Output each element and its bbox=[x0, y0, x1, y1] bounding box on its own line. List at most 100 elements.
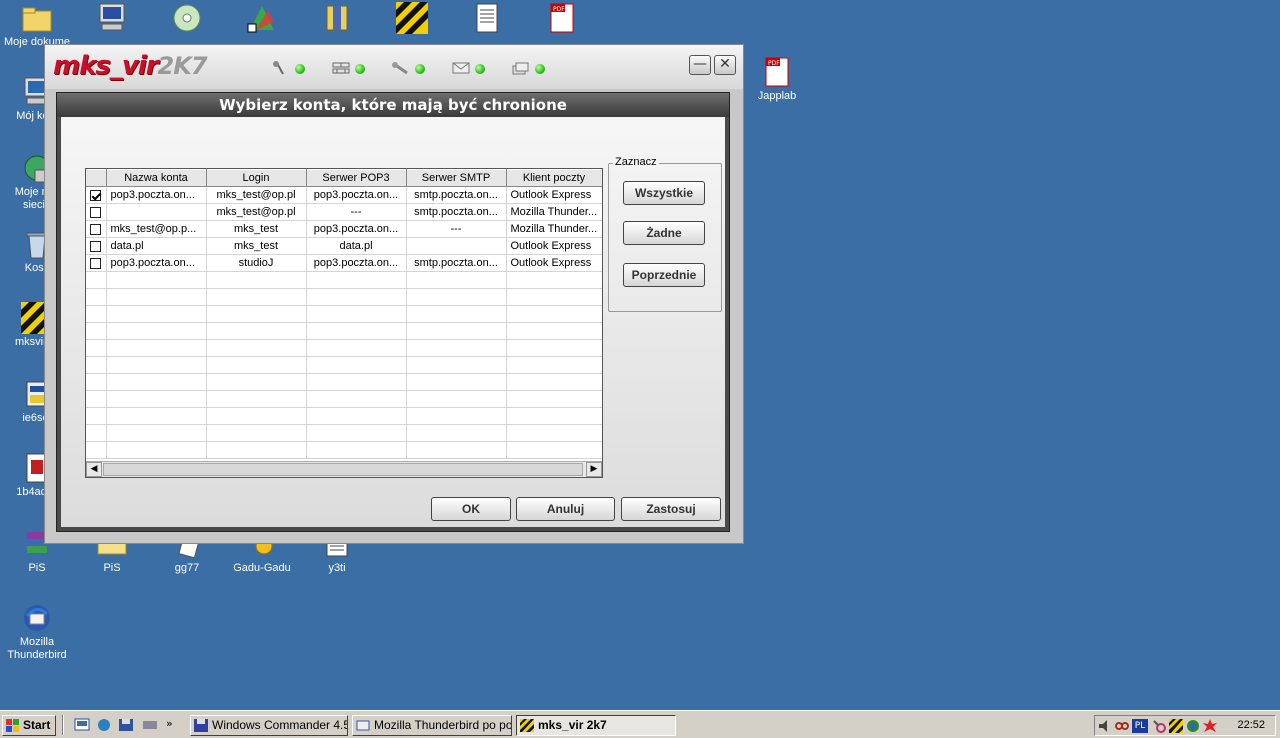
empty-row bbox=[86, 424, 602, 442]
account-checkbox[interactable] bbox=[90, 189, 102, 201]
task-thunderbird[interactable]: Mozilla Thunderbird po pol... bbox=[352, 715, 512, 736]
layers-icon[interactable] bbox=[511, 61, 533, 75]
cell-smtp: smtp.poczta.on... bbox=[406, 186, 507, 204]
column-header-login[interactable]: Login bbox=[206, 169, 307, 187]
column-header-check[interactable] bbox=[86, 169, 107, 187]
quick-launch-tools-icon[interactable] bbox=[142, 718, 158, 735]
scroll-thumb[interactable] bbox=[103, 463, 583, 476]
accounts-dialog: Wybierz konta, które mają być chronione … bbox=[56, 92, 730, 532]
empty-cell bbox=[306, 271, 407, 289]
empty-cell bbox=[506, 339, 602, 357]
select-group-label: Zaznacz bbox=[613, 156, 659, 168]
disc-icon bbox=[171, 2, 203, 34]
account-checkbox[interactable] bbox=[90, 223, 102, 235]
mail-icon[interactable] bbox=[451, 61, 473, 75]
cell-login: mks_test bbox=[206, 220, 307, 238]
quick-launch-network-icon[interactable] bbox=[96, 718, 112, 735]
empty-row bbox=[86, 390, 602, 408]
account-checkbox[interactable] bbox=[90, 257, 102, 269]
tools-icon[interactable] bbox=[391, 61, 413, 75]
dialog-title: Wybierz konta, które mają być chronione bbox=[57, 93, 729, 117]
alert-burst-icon[interactable] bbox=[1203, 719, 1217, 733]
cell-client: Outlook Express bbox=[506, 186, 602, 204]
select-previous-button[interactable]: Poprzednie bbox=[623, 263, 705, 287]
empty-cell bbox=[206, 305, 307, 323]
horizontal-scrollbar[interactable]: ◀ ▶ bbox=[86, 461, 602, 477]
table-row[interactable]: data.pl mks_test data.pl Outlook Express bbox=[86, 237, 602, 255]
row-checkbox-cell[interactable] bbox=[86, 186, 107, 204]
table-row[interactable]: mks_test@op.p... mks_test pop3.poczta.on..… bbox=[86, 220, 602, 238]
cell-login: mks_test@op.pl bbox=[206, 203, 307, 221]
desktop-icon-my-documents[interactable]: Moje dokume bbox=[0, 2, 74, 49]
language-indicator[interactable]: PL bbox=[1132, 719, 1148, 733]
desktop-icon-podpisane[interactable] bbox=[450, 2, 524, 36]
cell-pop3: pop3.poczta.on... bbox=[306, 254, 407, 272]
app-titlebar[interactable]: mks_vir2K7 — ✕ bbox=[45, 45, 743, 89]
minimize-label: — bbox=[693, 56, 707, 72]
column-header-account-name[interactable]: Nazwa konta bbox=[106, 169, 207, 187]
empty-cell bbox=[206, 373, 307, 391]
empty-cell bbox=[506, 288, 602, 306]
cell-login: mks_test bbox=[206, 237, 307, 255]
apply-button[interactable]: Zastosuj bbox=[621, 497, 721, 521]
desktop-icon-visualstudio[interactable]: PDF bbox=[525, 2, 599, 36]
scroll-right-icon[interactable]: ▶ bbox=[586, 462, 602, 477]
task-mksvir[interactable]: mks_vir 2k7 bbox=[516, 715, 676, 736]
column-header-client[interactable]: Klient poczty bbox=[506, 169, 602, 187]
task-windows-commander[interactable]: Windows Commander 4.5... bbox=[190, 715, 348, 736]
glasses-icon[interactable] bbox=[1115, 719, 1129, 733]
empty-cell bbox=[106, 407, 207, 425]
empty-cell bbox=[506, 322, 602, 340]
desktop-icon-pe-explorer-2[interactable] bbox=[225, 2, 299, 36]
wrench-icon[interactable] bbox=[271, 61, 293, 75]
dialog-body: Nazwa konta Login Serwer POP3 Serwer SMT… bbox=[61, 117, 725, 527]
quick-launch-save-icon[interactable] bbox=[118, 718, 134, 735]
column-header-smtp[interactable]: Serwer SMTP bbox=[406, 169, 507, 187]
desktop-icon-pe-explorer[interactable] bbox=[150, 2, 224, 36]
empty-cell bbox=[506, 407, 602, 425]
desktop-icon-mksvir[interactable] bbox=[375, 2, 449, 36]
empty-cell bbox=[86, 390, 107, 408]
scroll-left-icon[interactable]: ◀ bbox=[86, 462, 102, 477]
table-row[interactable]: mks_test@op.pl --- smtp.poczta.on... Mozill… bbox=[86, 203, 602, 221]
cancel-button[interactable]: Anuluj bbox=[516, 497, 615, 521]
cell-pop3: pop3.poczta.on... bbox=[306, 186, 407, 204]
select-none-button[interactable]: Żadne bbox=[623, 221, 705, 245]
empty-row bbox=[86, 322, 602, 340]
row-checkbox-cell[interactable] bbox=[86, 220, 107, 238]
desktop-icon-thunderbird[interactable]: Mozilla Thunderbird bbox=[0, 602, 74, 662]
svg-text:PDF: PDF bbox=[768, 60, 780, 67]
desktop-icon-winzip[interactable] bbox=[300, 2, 374, 36]
account-checkbox[interactable] bbox=[90, 240, 102, 252]
firewall-icon[interactable] bbox=[331, 61, 353, 75]
account-checkbox[interactable] bbox=[90, 206, 102, 218]
empty-row bbox=[86, 271, 602, 289]
empty-cell bbox=[86, 424, 107, 442]
quick-launch-desktop-icon[interactable] bbox=[74, 718, 90, 735]
quick-launch-more-icon[interactable]: » bbox=[166, 717, 173, 730]
empty-cell bbox=[406, 373, 507, 391]
cell-name: pop3.poczta.on... bbox=[106, 254, 207, 272]
empty-cell bbox=[106, 373, 207, 391]
column-header-pop3[interactable]: Serwer POP3 bbox=[306, 169, 407, 187]
empty-cell bbox=[406, 390, 507, 408]
table-row[interactable]: pop3.poczta.on... mks_test@op.pl pop3.pocz… bbox=[86, 186, 602, 204]
table-row[interactable]: pop3.poczta.on... studioJ pop3.poczta.on..… bbox=[86, 254, 602, 272]
empty-row bbox=[86, 288, 602, 306]
minimize-button[interactable]: — bbox=[689, 55, 711, 75]
network-tray-icon[interactable] bbox=[1186, 719, 1200, 733]
start-button[interactable]: Start bbox=[2, 715, 56, 736]
empty-cell bbox=[306, 373, 407, 391]
select-all-button[interactable]: Wszystkie bbox=[623, 181, 705, 205]
mksvir-tray-icon[interactable] bbox=[1169, 719, 1183, 733]
volume-icon[interactable] bbox=[1098, 719, 1112, 733]
desktop-icon-japplab[interactable]: PDF Japplab bbox=[740, 56, 814, 103]
desktop-icon-parallels[interactable] bbox=[75, 2, 149, 36]
row-checkbox-cell[interactable] bbox=[86, 237, 107, 255]
colorful-icon bbox=[246, 2, 278, 34]
row-checkbox-cell[interactable] bbox=[86, 254, 107, 272]
ok-button[interactable]: OK bbox=[431, 497, 511, 521]
row-checkbox-cell[interactable] bbox=[86, 203, 107, 221]
key-icon[interactable] bbox=[1152, 719, 1166, 733]
close-button[interactable]: ✕ bbox=[714, 55, 736, 75]
